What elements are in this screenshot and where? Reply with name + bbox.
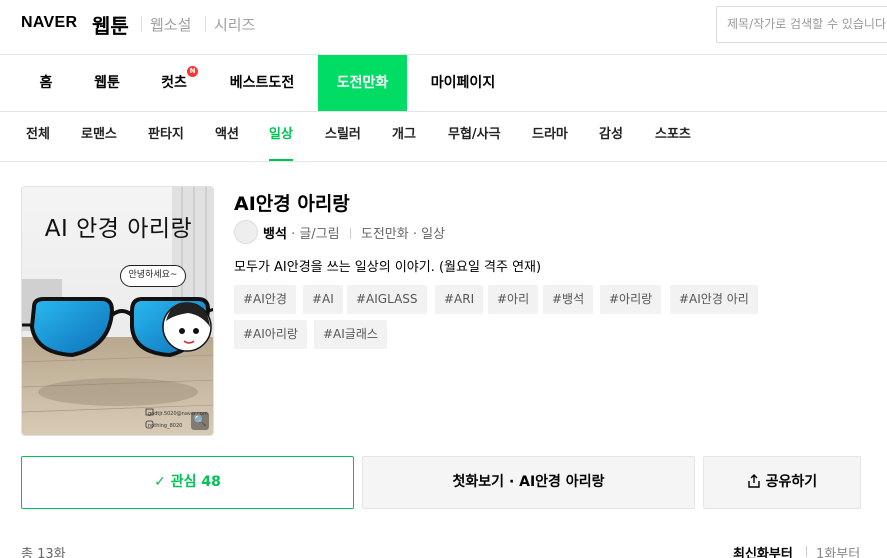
comic-description: 모두가 AI안경을 쓰는 일상의 이야기. (월요일 격주 연재) (234, 260, 542, 275)
genre-tab-thriller[interactable]: 스릴러 (325, 112, 361, 161)
tag-item[interactable]: #AI아리랑 (234, 320, 307, 349)
cover-contact-sns: nothing_8020 (148, 423, 183, 429)
divider (349, 228, 351, 239)
tab-cuts[interactable]: 컷츠 (148, 55, 200, 111)
tab-my-page[interactable]: 마이페이지 (418, 55, 508, 111)
share-icon (748, 474, 760, 488)
webtoon-brand[interactable]: 웹툰 (92, 10, 129, 39)
episode-count: 총 13화 (21, 547, 66, 558)
search-input[interactable] (727, 17, 887, 31)
share-label: 공유하기 (765, 474, 818, 490)
tag-item[interactable]: #AI안경 아리 (670, 285, 758, 314)
genre-tab-daily[interactable]: 일상 (269, 112, 293, 161)
tag-item[interactable]: #뱅석 (543, 285, 594, 314)
cover-speech-bubble: 안녕하세요~ (120, 265, 186, 287)
sort-latest-button[interactable]: 최신화부터 (733, 543, 793, 558)
tag-item[interactable]: #AI글래스 (314, 320, 387, 349)
favorite-label: 관심 48 (170, 474, 221, 490)
divider (205, 16, 206, 32)
first-episode-label: 첫화보기 · AI안경 아리랑 (452, 474, 605, 490)
main-nav: 홈 웹툰 컷츠 N 베스트도전 도전만화 마이페이지 (0, 55, 887, 112)
tab-best-challenge[interactable]: 베스트도전 (218, 55, 306, 111)
tag-item[interactable]: #AI안경 (234, 285, 296, 314)
comic-title: AI안경 아리랑 (234, 193, 350, 215)
divider (806, 546, 807, 557)
divider (141, 16, 142, 32)
author-avatar[interactable] (234, 220, 258, 244)
genre-tab-romance[interactable]: 로맨스 (81, 112, 117, 161)
tag-item[interactable]: #아리 (488, 285, 539, 314)
zoom-icon[interactable]: 🔍 (191, 412, 209, 430)
naver-logo[interactable]: NAVER (21, 14, 77, 32)
checkmark-icon: ✓ (154, 474, 166, 490)
genre-tab-all[interactable]: 전체 (26, 112, 50, 161)
author-role: · 글/그림 (291, 227, 340, 242)
search-box[interactable] (716, 6, 887, 43)
genre-tab-martial-arts[interactable]: 무협/사극 (448, 112, 501, 161)
tab-webtoon[interactable]: 웹툰 (80, 55, 134, 111)
link-web-novel[interactable]: 웹소설 (150, 14, 191, 35)
link-series[interactable]: 시리즈 (214, 14, 255, 35)
genre-tab-sports[interactable]: 스포츠 (655, 112, 691, 161)
genre-tab-fantasy[interactable]: 판타지 (148, 112, 184, 161)
tab-challenge-comics[interactable]: 도전만화 (318, 55, 407, 111)
comic-category: 도전만화 · 일상 (360, 227, 446, 242)
tag-item[interactable]: #ARI (435, 285, 484, 314)
share-button[interactable]: 공유하기 (703, 456, 861, 509)
tag-item[interactable]: #AIGLASS (347, 285, 427, 314)
new-badge: N (187, 66, 198, 77)
cover-title-art: AI 안경 아리랑 (44, 216, 193, 242)
first-episode-button[interactable]: 첫화보기 · AI안경 아리랑 (362, 456, 695, 509)
tab-home[interactable]: 홈 (22, 55, 70, 111)
top-bar: NAVER 웹툰 웹소설 시리즈 (0, 0, 887, 55)
tag-item[interactable]: #아리랑 (600, 285, 662, 314)
author-name[interactable]: 뱅석 (263, 227, 287, 242)
genre-tab-comedy[interactable]: 개그 (392, 112, 416, 161)
genre-tab-sensibility[interactable]: 감성 (599, 112, 623, 161)
sort-first-button[interactable]: 1화부터 (816, 543, 860, 558)
genre-tab-drama[interactable]: 드라마 (532, 112, 568, 161)
comic-meta: 뱅석 · 글/그림 도전만화 · 일상 (263, 223, 445, 242)
favorite-button[interactable]: ✓ 관심 48 (21, 456, 354, 509)
tag-item[interactable]: #AI (303, 285, 343, 314)
comic-cover-image[interactable]: AI 안경 아리랑 안녕하세요~ godtjr.5020@naver.com n… (21, 186, 214, 436)
genre-tab-action[interactable]: 액션 (215, 112, 239, 161)
genre-nav: 전체 로맨스 판타지 액션 일상 스릴러 개그 무협/사극 드라마 감성 스포츠 (0, 112, 887, 162)
